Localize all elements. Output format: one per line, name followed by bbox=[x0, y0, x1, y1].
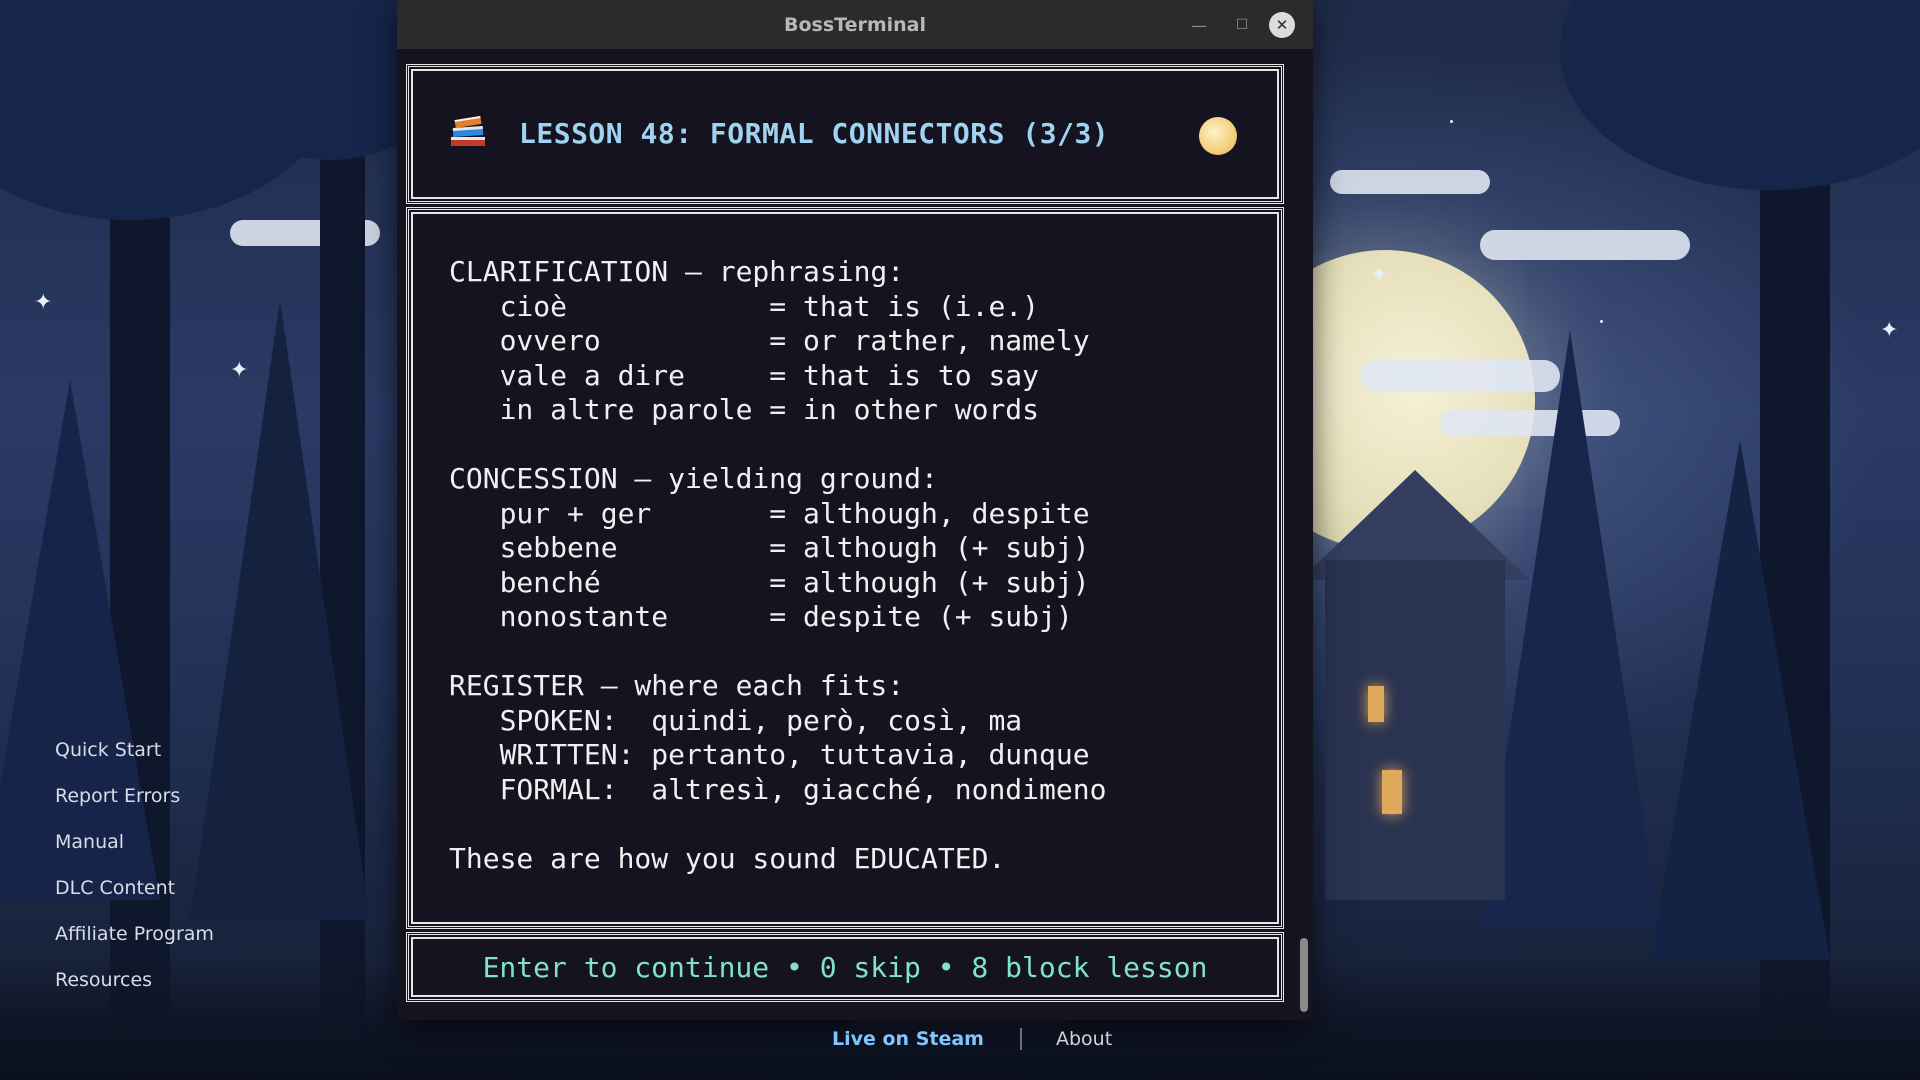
star bbox=[1450, 120, 1453, 123]
pine-tree bbox=[190, 300, 370, 920]
moon-icon bbox=[1199, 117, 1237, 155]
bottom-links: Live on Steam About bbox=[832, 1028, 1112, 1050]
scrollbar[interactable] bbox=[1300, 938, 1308, 1012]
nav-quick-start[interactable]: Quick Start bbox=[55, 735, 214, 781]
cloud bbox=[1480, 230, 1690, 260]
link-separator bbox=[1019, 1028, 1022, 1050]
sparkle-star: ✦ bbox=[1880, 318, 1899, 343]
nav-affiliate-program[interactable]: Affiliate Program bbox=[55, 919, 214, 965]
house bbox=[1325, 560, 1505, 900]
sparkle-star: ✦ bbox=[34, 290, 53, 315]
sparkle-star: ✦ bbox=[1370, 263, 1389, 288]
window-titlebar[interactable]: BossTerminal — ☐ ✕ bbox=[397, 0, 1313, 49]
nav-dlc-content[interactable]: DLC Content bbox=[55, 873, 214, 919]
terminal-window: BossTerminal — ☐ ✕ LESSON 48: FORMAL CON… bbox=[397, 0, 1313, 1020]
about-link[interactable]: About bbox=[1056, 1028, 1112, 1050]
lesson-title: LESSON 48: FORMAL CONNECTORS (3/3) bbox=[519, 117, 1110, 150]
close-icon[interactable]: ✕ bbox=[1269, 12, 1295, 38]
lit-window bbox=[1368, 686, 1384, 722]
cloud bbox=[1330, 170, 1490, 194]
nav-report-errors[interactable]: Report Errors bbox=[55, 781, 214, 827]
books-icon bbox=[451, 116, 485, 146]
window-title: BossTerminal bbox=[783, 13, 927, 36]
continue-hint: Enter to continue • 0 skip • 8 block les… bbox=[482, 950, 1208, 984]
lesson-content: CLARIFICATION — rephrasing: cioè = that … bbox=[449, 255, 1107, 875]
lesson-header-panel: LESSON 48: FORMAL CONNECTORS (3/3) bbox=[406, 64, 1284, 204]
star bbox=[1600, 320, 1603, 323]
nav-manual[interactable]: Manual bbox=[55, 827, 214, 873]
pine-tree bbox=[1650, 440, 1830, 960]
side-nav: Quick Start Report Errors Manual DLC Con… bbox=[55, 735, 214, 1011]
lesson-footer-panel: Enter to continue • 0 skip • 8 block les… bbox=[406, 932, 1284, 1002]
minimize-icon[interactable]: — bbox=[1186, 12, 1212, 38]
live-on-steam-link[interactable]: Live on Steam bbox=[832, 1028, 984, 1050]
lit-window bbox=[1382, 770, 1402, 814]
nav-resources[interactable]: Resources bbox=[55, 965, 214, 1011]
maximize-icon[interactable]: ☐ bbox=[1229, 12, 1255, 38]
lesson-body-panel: CLARIFICATION — rephrasing: cioè = that … bbox=[406, 207, 1284, 929]
pine-tree bbox=[1480, 330, 1660, 930]
